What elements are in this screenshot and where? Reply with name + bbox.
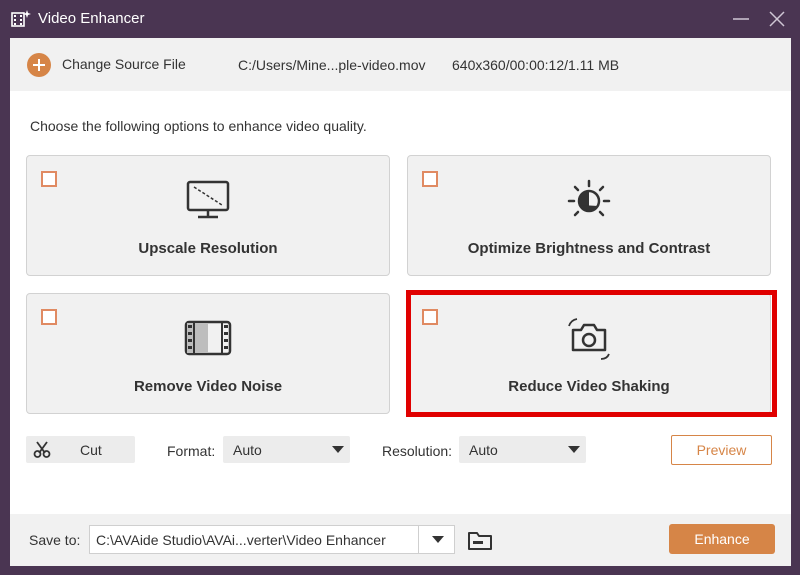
brightness-checkbox[interactable] bbox=[422, 171, 438, 187]
option-reduce-shaking[interactable]: Reduce Video Shaking bbox=[407, 293, 771, 414]
instruction-text: Choose the following options to enhance … bbox=[30, 118, 367, 134]
folder-icon[interactable] bbox=[467, 529, 493, 551]
camera-stabilize-icon bbox=[565, 316, 613, 360]
source-file-path: C:/Users/Mine...ple-video.mov bbox=[238, 57, 426, 73]
option-optimize-brightness[interactable]: Optimize Brightness and Contrast bbox=[407, 155, 771, 276]
window-title: Video Enhancer bbox=[38, 10, 145, 27]
format-label: Format: bbox=[167, 443, 216, 459]
enhance-button[interactable]: Enhance bbox=[669, 524, 775, 554]
shaking-checkbox[interactable] bbox=[422, 309, 438, 325]
option-upscale-resolution[interactable]: Upscale Resolution bbox=[26, 155, 390, 276]
change-source-file-button[interactable]: Change Source File bbox=[62, 56, 186, 72]
option-label: Remove Video Noise bbox=[133, 378, 283, 395]
app-logo-icon bbox=[11, 9, 31, 27]
option-remove-noise[interactable]: Remove Video Noise bbox=[26, 293, 390, 414]
option-label: Upscale Resolution bbox=[138, 240, 278, 257]
chevron-down-icon bbox=[332, 446, 344, 453]
main-panel: Change Source File C:/Users/Mine...ple-v… bbox=[10, 38, 791, 566]
scissors-icon bbox=[33, 441, 51, 458]
source-file-info: 640x360/00:00:12/1.11 MB bbox=[452, 57, 620, 73]
format-select[interactable]: Auto bbox=[223, 436, 350, 463]
option-label: Reduce Video Shaking bbox=[508, 378, 670, 395]
title-bar: Video Enhancer bbox=[0, 0, 800, 38]
close-icon[interactable] bbox=[766, 8, 788, 30]
add-file-icon[interactable] bbox=[27, 53, 51, 77]
cut-button[interactable]: Cut bbox=[26, 436, 135, 463]
chevron-down-icon bbox=[432, 536, 444, 543]
save-to-label: Save to: bbox=[29, 532, 81, 548]
resolution-select[interactable]: Auto bbox=[459, 436, 586, 463]
chevron-down-icon bbox=[568, 446, 580, 453]
preview-button[interactable]: Preview bbox=[671, 435, 772, 465]
option-label: Optimize Brightness and Contrast bbox=[467, 240, 711, 257]
format-value: Auto bbox=[233, 442, 262, 458]
brightness-icon bbox=[565, 178, 613, 222]
resolution-label: Resolution: bbox=[382, 443, 453, 459]
noise-checkbox[interactable] bbox=[41, 309, 57, 325]
cut-label: Cut bbox=[80, 442, 102, 458]
film-noise-icon bbox=[184, 316, 232, 360]
resolution-value: Auto bbox=[469, 442, 498, 458]
save-path-field[interactable]: C:\AVAide Studio\AVAi...verter\Video Enh… bbox=[89, 525, 455, 554]
minimize-icon[interactable] bbox=[730, 8, 752, 30]
save-path-dropdown[interactable] bbox=[418, 526, 455, 553]
source-file-bar: Change Source File C:/Users/Mine...ple-v… bbox=[10, 38, 791, 91]
bottom-bar: Save to: C:\AVAide Studio\AVAi...verter\… bbox=[10, 514, 791, 566]
save-path-value: C:\AVAide Studio\AVAi...verter\Video Enh… bbox=[96, 532, 386, 548]
monitor-upscale-icon bbox=[184, 178, 232, 222]
upscale-checkbox[interactable] bbox=[41, 171, 57, 187]
